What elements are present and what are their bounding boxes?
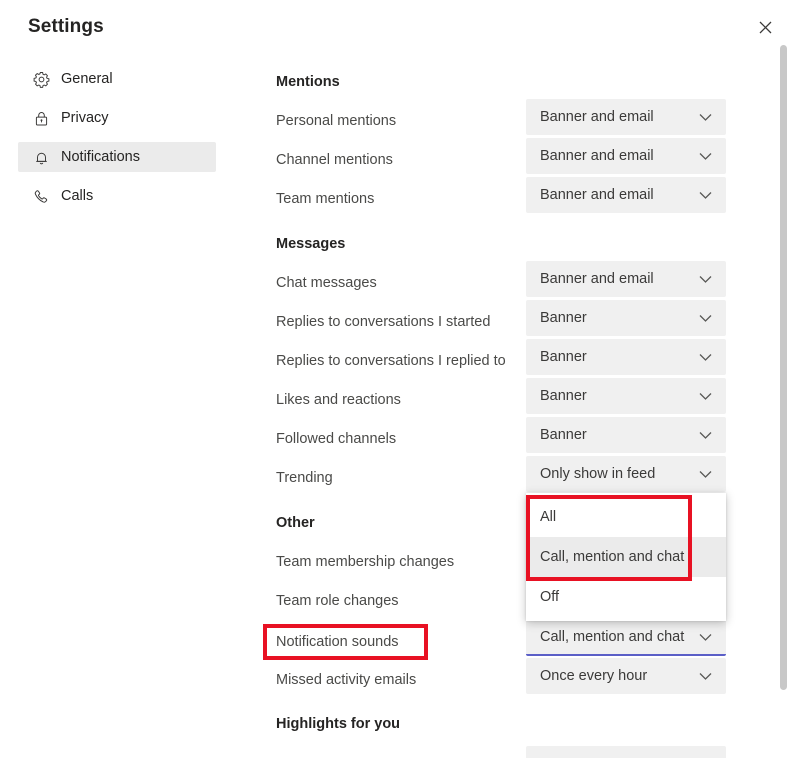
dropdown-menu-notification-sounds: All Call, mention and chat Off — [526, 493, 726, 621]
chevron-down-icon — [697, 109, 713, 125]
scrollbar-thumb[interactable] — [780, 45, 787, 690]
notifications-settings-panel: Mentions Personal mentions Banner and em… — [276, 0, 746, 758]
sidebar-item-general[interactable]: General — [18, 64, 216, 94]
bell-icon — [32, 148, 50, 166]
row-label-team-role-changes: Team role changes — [276, 593, 399, 609]
select-value: Banner and email — [540, 148, 654, 164]
select-channel-mentions[interactable]: Banner and email — [526, 138, 726, 174]
select-value: Call, mention and chat — [540, 629, 685, 645]
select-value: Banner and email — [540, 187, 654, 203]
select-value: Banner — [540, 388, 587, 404]
row-label-followed-channels: Followed channels — [276, 431, 397, 447]
select-chat-messages[interactable]: Banner and email — [526, 261, 726, 297]
page-title: Settings — [28, 16, 104, 37]
chevron-down-icon — [697, 388, 713, 404]
sidebar-item-label: Notifications — [61, 149, 140, 165]
gear-icon — [32, 70, 50, 88]
select-replies-replied[interactable]: Banner — [526, 339, 726, 375]
select-trending[interactable]: Only show in feed — [526, 456, 726, 492]
sidebar-item-label: General — [61, 71, 113, 87]
lock-icon — [32, 109, 50, 127]
select-team-mentions[interactable]: Banner and email — [526, 177, 726, 213]
select-value: Banner — [540, 310, 587, 326]
select-personal-mentions[interactable]: Banner and email — [526, 99, 726, 135]
row-label-replies-replied: Replies to conversations I replied to — [276, 353, 506, 369]
row-label-personal-mentions: Personal mentions — [276, 113, 397, 129]
phone-icon — [32, 187, 50, 205]
select-notification-sounds[interactable]: Call, mention and chat — [526, 620, 726, 656]
section-heading-messages: Messages — [276, 236, 346, 252]
row-label-trending: Trending — [276, 470, 333, 486]
chevron-down-icon — [697, 310, 713, 326]
select-missed-activity-emails[interactable]: Once every hour — [526, 658, 726, 694]
sidebar-item-privacy[interactable]: Privacy — [18, 103, 216, 133]
select-value: Banner and email — [540, 271, 654, 287]
chevron-down-icon — [697, 187, 713, 203]
sidebar-item-notifications[interactable]: Notifications — [18, 142, 216, 172]
select-value: Only show in feed — [540, 466, 656, 482]
select-value: Banner — [540, 427, 587, 443]
dropdown-option-off[interactable]: Off — [526, 577, 726, 617]
section-heading-other: Other — [276, 515, 315, 531]
select-highlights-partial[interactable] — [526, 746, 726, 758]
select-value: Banner and email — [540, 109, 654, 125]
chevron-down-icon — [697, 629, 713, 645]
select-likes-reactions[interactable]: Banner — [526, 378, 726, 414]
row-label-team-mentions: Team mentions — [276, 191, 375, 207]
row-label-chat-messages: Chat messages — [276, 275, 377, 291]
section-heading-mentions: Mentions — [276, 74, 340, 90]
chevron-down-icon — [697, 271, 713, 287]
row-label-team-membership-changes: Team membership changes — [276, 554, 455, 570]
settings-sidebar: General Privacy Notifications Calls — [0, 64, 240, 211]
chevron-down-icon — [697, 349, 713, 365]
chevron-down-icon — [697, 148, 713, 164]
select-replies-started[interactable]: Banner — [526, 300, 726, 336]
sidebar-item-label: Calls — [61, 188, 94, 204]
dropdown-option-all[interactable]: All — [526, 497, 726, 537]
chevron-down-icon — [697, 466, 713, 482]
scrollbar[interactable] — [776, 0, 792, 758]
dropdown-option-call-mention-and-chat[interactable]: Call, mention and chat — [526, 537, 726, 577]
section-heading-highlights: Highlights for you — [276, 716, 401, 732]
sidebar-item-calls[interactable]: Calls — [18, 181, 216, 211]
settings-window: Settings General Privacy Notifications C… — [0, 0, 792, 758]
select-value: Once every hour — [540, 668, 648, 684]
select-value: Banner — [540, 349, 587, 365]
row-label-likes-reactions: Likes and reactions — [276, 392, 401, 408]
select-followed-channels[interactable]: Banner — [526, 417, 726, 453]
chevron-down-icon — [697, 668, 713, 684]
row-label-replies-started: Replies to conversations I started — [276, 314, 491, 330]
row-label-channel-mentions: Channel mentions — [276, 152, 393, 168]
row-label-missed-activity-emails: Missed activity emails — [276, 672, 417, 688]
row-label-notification-sounds: Notification sounds — [276, 634, 399, 650]
chevron-down-icon — [697, 427, 713, 443]
sidebar-item-label: Privacy — [61, 110, 109, 126]
